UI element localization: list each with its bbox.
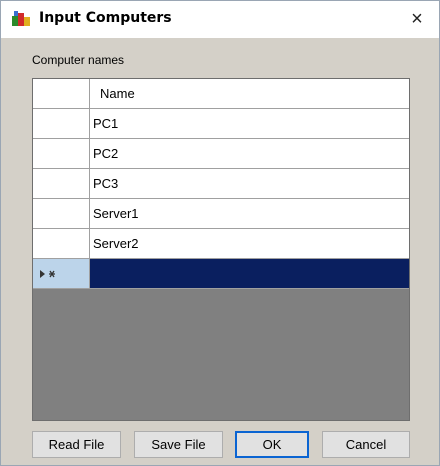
row-header[interactable] — [33, 199, 90, 228]
table-row[interactable]: PC3 — [33, 169, 409, 199]
computer-names-label: Computer names — [32, 53, 125, 67]
table-row[interactable]: Server2 — [33, 229, 409, 259]
ok-button[interactable]: OK — [235, 431, 309, 458]
column-header-name[interactable]: Name — [90, 79, 409, 108]
table-row[interactable]: Server1 — [33, 199, 409, 229]
save-file-button[interactable]: Save File — [134, 431, 223, 458]
row-header[interactable] — [33, 109, 90, 138]
input-computers-dialog: Input Computers × Computer names Name PC… — [0, 0, 440, 466]
new-row-name-cell[interactable] — [90, 259, 409, 288]
window-title: Input Computers — [39, 10, 172, 26]
row-header[interactable] — [33, 139, 90, 168]
new-row-indicator-icon — [40, 270, 55, 278]
cancel-button[interactable]: Cancel — [322, 431, 410, 458]
name-cell[interactable]: PC3 — [90, 169, 409, 198]
name-cell[interactable]: Server2 — [90, 229, 409, 258]
name-cell[interactable]: Server1 — [90, 199, 409, 228]
new-row[interactable] — [33, 259, 409, 289]
app-icon — [12, 11, 30, 26]
title-bar: Input Computers × — [1, 1, 439, 38]
read-file-button[interactable]: Read File — [32, 431, 121, 458]
close-icon: × — [411, 8, 423, 30]
name-cell[interactable]: PC1 — [90, 109, 409, 138]
table-row[interactable]: PC2 — [33, 139, 409, 169]
row-header[interactable] — [33, 169, 90, 198]
table-row[interactable]: PC1 — [33, 109, 409, 139]
grid-header-row: Name — [33, 79, 409, 109]
row-header-corner — [33, 79, 90, 108]
name-cell[interactable]: PC2 — [90, 139, 409, 168]
row-header[interactable] — [33, 229, 90, 258]
new-row-header[interactable] — [33, 259, 90, 288]
close-button[interactable]: × — [395, 1, 439, 38]
computer-names-grid[interactable]: Name PC1 PC2 PC3 Server1 Server2 — [32, 78, 410, 421]
